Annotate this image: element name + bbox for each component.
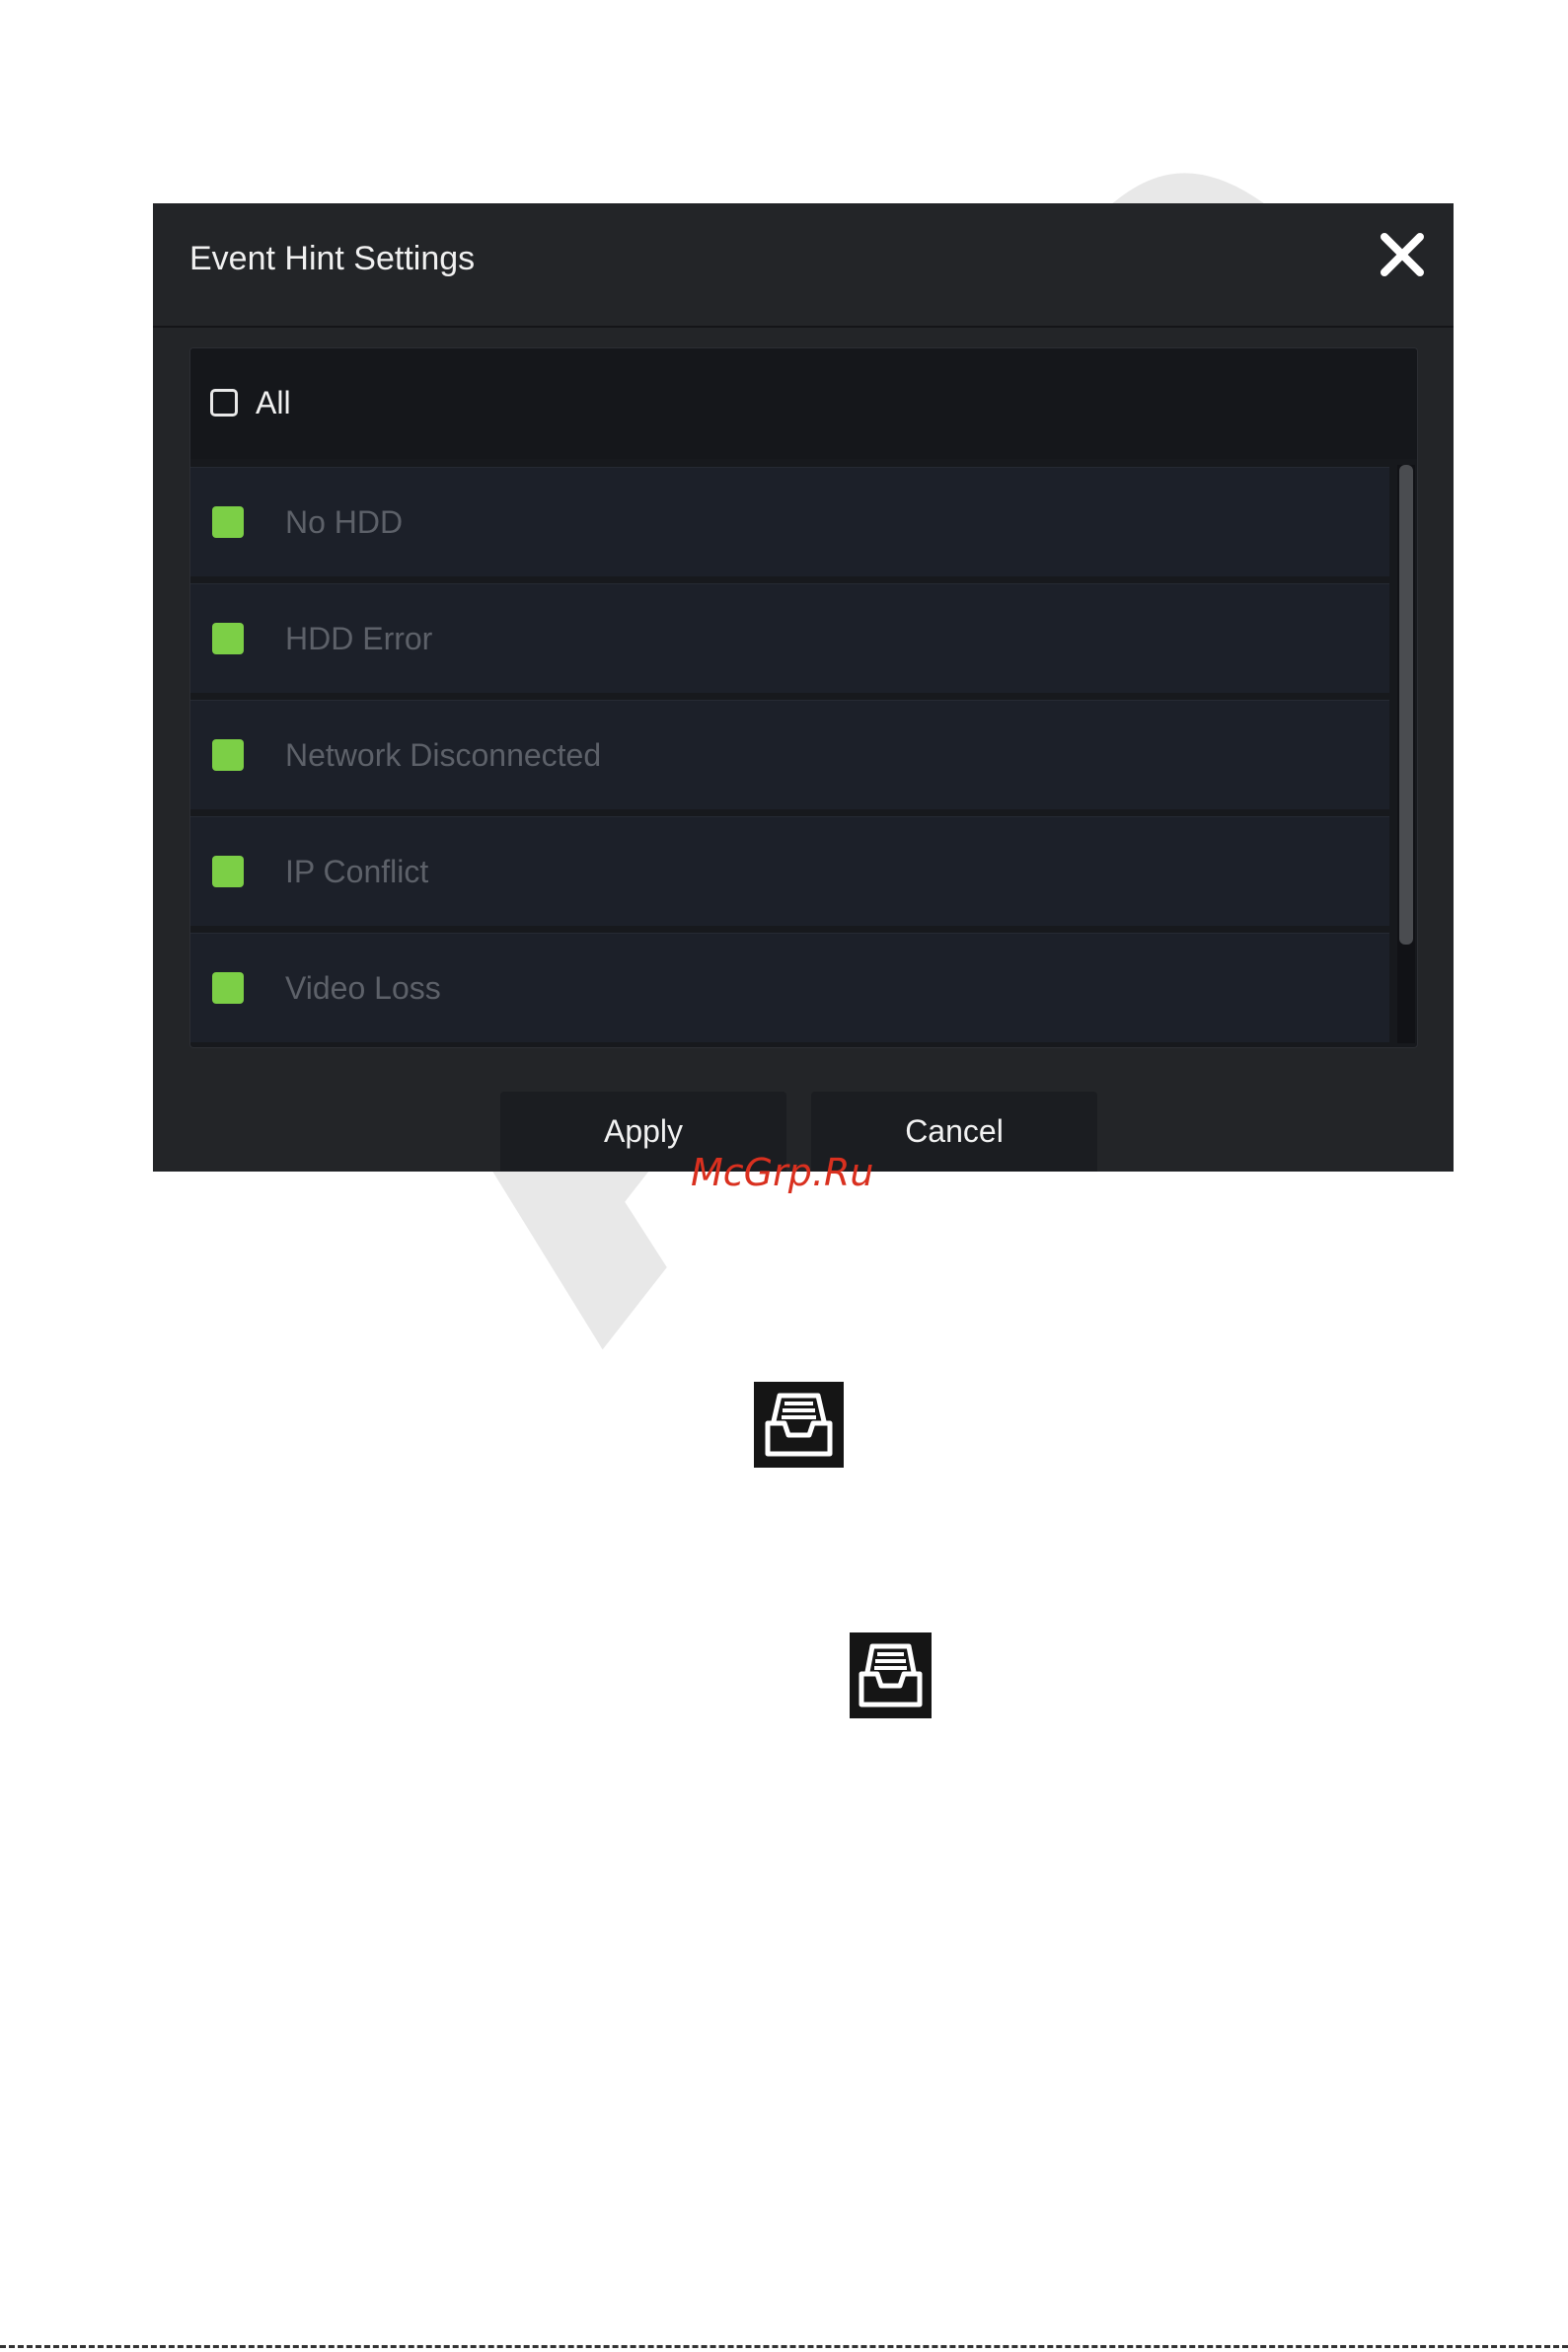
page-bottom-rule [0,2345,1568,2348]
close-icon[interactable] [1377,229,1428,280]
event-label: HDD Error [285,621,433,656]
select-all-row[interactable]: All [190,348,1417,459]
event-list-panel: All No HDD HDD Error Network Disconnecte… [189,347,1418,1048]
event-checkbox[interactable] [212,739,244,771]
event-label: Video Loss [285,970,441,1006]
event-label: IP Conflict [285,854,429,889]
event-checkbox[interactable] [212,972,244,1004]
list-item[interactable]: Network Disconnected [190,700,1389,809]
site-watermark: McGrp.Ru [691,1151,874,1194]
select-all-label: All [256,385,291,420]
event-checkbox[interactable] [212,623,244,654]
list-item[interactable]: No HDD [190,467,1389,576]
list-item[interactable]: HDD Error [190,583,1389,693]
event-label: No HDD [285,504,404,540]
event-label: Network Disconnected [285,737,602,773]
dialog-title: Event Hint Settings [189,240,476,277]
archive-icon [850,1632,932,1718]
event-list: No HDD HDD Error Network Disconnected IP… [190,467,1389,1047]
archive-icon [754,1382,844,1468]
list-item[interactable]: IP Conflict [190,816,1389,926]
scrollbar-thumb[interactable] [1399,465,1413,945]
select-all-checkbox[interactable] [210,389,238,417]
dialog-header: Event Hint Settings [153,203,1454,328]
event-hint-settings-dialog: Event Hint Settings All No HDD HDD Error… [153,203,1454,1172]
list-item[interactable]: Video Loss [190,933,1389,1042]
scrollbar-track[interactable] [1397,465,1415,1043]
event-checkbox[interactable] [212,856,244,887]
event-checkbox[interactable] [212,506,244,538]
